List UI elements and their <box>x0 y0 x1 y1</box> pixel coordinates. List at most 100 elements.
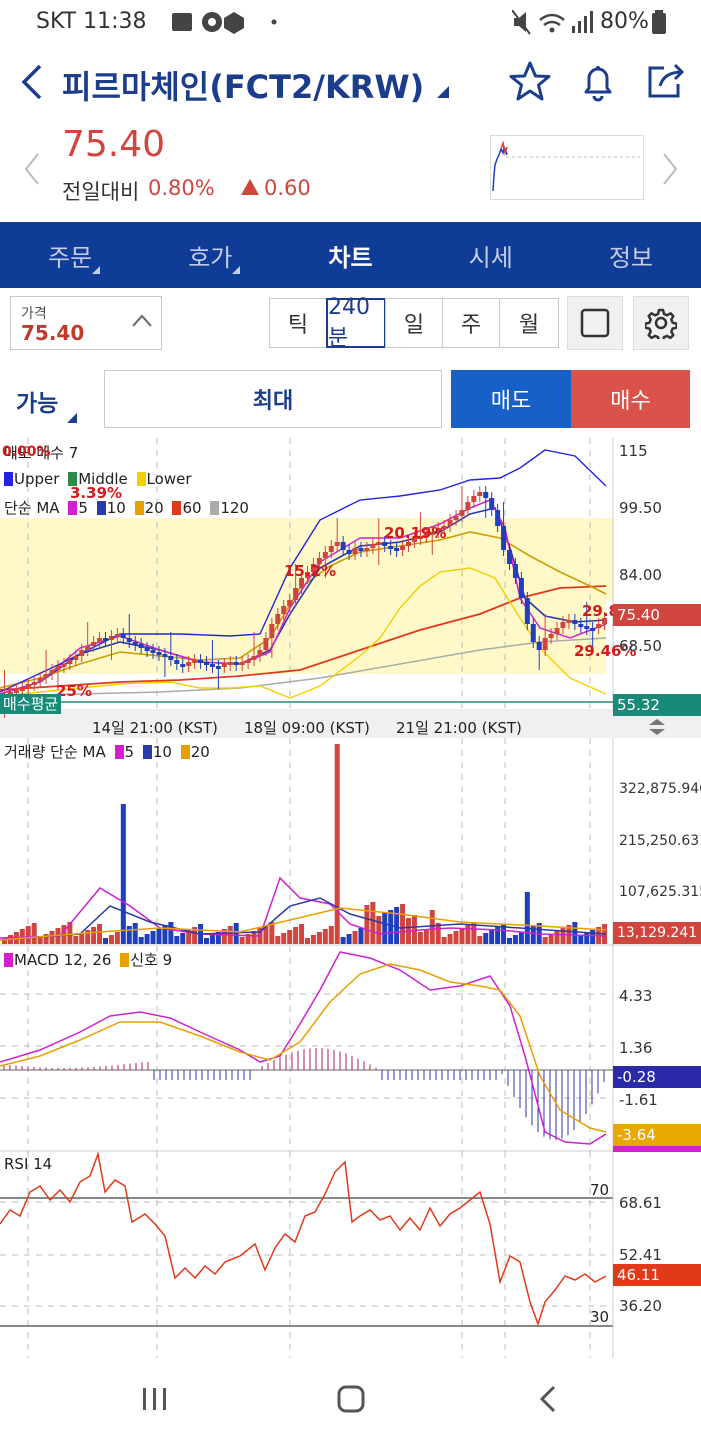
tab-order[interactable]: 주문 <box>0 222 140 288</box>
candle-body <box>180 664 186 667</box>
candle-body <box>590 628 596 631</box>
volume-bar <box>275 936 281 944</box>
candle-body <box>144 648 150 651</box>
max-button[interactable]: 최대 <box>104 370 442 428</box>
tab-orderbook[interactable]: 호가 <box>140 222 280 288</box>
tab-info[interactable]: 정보 <box>561 222 701 288</box>
price-selector-label: 가격 <box>21 306 47 322</box>
volume-bar <box>382 913 388 944</box>
mini-chart[interactable] <box>490 135 644 200</box>
volume-bar <box>25 926 31 944</box>
fullscreen-button[interactable] <box>567 296 623 350</box>
volume-bar <box>554 931 560 944</box>
volume-bar <box>120 804 126 944</box>
price-chart-pane[interactable]: 매도 매수 7 0.00% Upper Middle Lower 단순 MA 5… <box>0 438 701 738</box>
candle-body <box>518 578 524 598</box>
candle-body <box>138 644 144 648</box>
next-market-icon[interactable] <box>660 152 680 186</box>
change-label: 전일대비 <box>62 180 140 204</box>
candle-body <box>209 664 215 667</box>
volume-bar <box>287 930 293 944</box>
candle-body <box>548 634 554 638</box>
current-price-tag: 75.40 <box>613 604 701 626</box>
share-icon[interactable] <box>644 60 688 104</box>
buy-label: 매수 <box>610 389 651 414</box>
rsi-current-tag: 46.11 <box>613 1264 701 1286</box>
candle-body <box>572 620 578 624</box>
candle-body <box>453 516 459 520</box>
pane-resize-icon[interactable] <box>646 718 668 736</box>
period-tick[interactable]: 틱 <box>269 298 327 348</box>
macd-pane[interactable]: MACD 12, 26 신호 9 4.33 1.36 -1.61 -0.28 -… <box>0 946 701 1152</box>
change-amount: 0.60 <box>264 176 311 200</box>
ma-legend: 단순 MA 5 10 20 60 120 <box>4 497 249 518</box>
volume-y-label-2: 215,250.631 <box>619 833 701 849</box>
candle-body <box>489 498 495 510</box>
available-dropdown[interactable]: 가능 <box>16 384 58 418</box>
ma5-swatch <box>68 501 78 515</box>
volume-bar <box>370 902 376 944</box>
y-label-2: 99.50 <box>619 499 662 517</box>
candle-body <box>542 638 548 650</box>
settings-button[interactable] <box>633 296 689 350</box>
prev-market-icon[interactable] <box>22 152 42 186</box>
volume-bar <box>376 916 382 944</box>
candle-body <box>263 638 269 650</box>
y-label-4: 68.50 <box>619 637 662 655</box>
candle-body <box>322 552 328 558</box>
volume-bar <box>429 910 435 944</box>
volume-bar <box>239 937 245 944</box>
home-icon[interactable] <box>336 1384 366 1414</box>
notification-bell-icon[interactable] <box>576 60 620 104</box>
annotation-6: 25% <box>56 682 92 700</box>
candle-body <box>174 660 180 664</box>
status-notification-icons <box>172 12 277 34</box>
candle-body <box>382 542 388 546</box>
candle-body <box>370 544 376 548</box>
vol-ma5-swatch <box>114 745 124 759</box>
candle-body <box>483 492 489 498</box>
candle-body <box>346 550 352 554</box>
battery-percent: 80% <box>600 9 649 34</box>
period-240min[interactable]: 240분 <box>326 295 386 351</box>
favorite-star-icon[interactable] <box>508 60 552 104</box>
rsi-pane[interactable]: RSI 14 70 30 68.61 52.41 36.20 46.11 <box>0 1152 701 1358</box>
tab-chart[interactable]: 차트 <box>280 222 420 288</box>
price-selector[interactable]: 가격 75.40 <box>10 296 162 350</box>
recent-apps-icon[interactable] <box>140 1386 170 1412</box>
candle-body <box>114 634 120 637</box>
market-title[interactable]: 피르마체인(FCT2/KRW) <box>62 62 451 108</box>
candle-body <box>245 660 251 663</box>
lower-swatch <box>136 472 146 486</box>
volume-bars <box>2 744 608 944</box>
tab-quotes[interactable]: 시세 <box>421 222 561 288</box>
back-nav-icon[interactable] <box>536 1384 560 1414</box>
ma120-label: 120 <box>220 499 249 517</box>
volume-bar <box>49 931 55 944</box>
volume-bar <box>518 932 524 944</box>
period-day[interactable]: 일 <box>385 298 443 348</box>
candle-body <box>103 638 108 641</box>
period-week[interactable]: 주 <box>442 298 500 348</box>
back-icon[interactable] <box>18 62 48 102</box>
volume-pane[interactable]: 거래량 단순 MA 5 10 20 322,875.946 215,250.63… <box>0 738 701 946</box>
buy-button[interactable]: 매수 <box>571 370 690 428</box>
square-icon <box>580 308 610 338</box>
volume-bar <box>138 937 144 944</box>
candle-body <box>79 650 85 656</box>
sell-button[interactable]: 매도 <box>451 370 571 428</box>
candle-body <box>269 624 275 638</box>
volume-bar <box>388 910 394 944</box>
main-tabs: 주문 호가 차트 시세 정보 <box>0 222 701 288</box>
period-month[interactable]: 월 <box>499 298 559 348</box>
volume-bar <box>590 930 596 944</box>
ma20-swatch <box>134 501 144 515</box>
market-title-text: 피르마체인(FCT2/KRW) <box>62 68 425 106</box>
annotation-3: 20.19% <box>384 524 447 542</box>
volume-bar <box>400 904 406 944</box>
volume-bar <box>180 933 186 944</box>
max-label: 최대 <box>252 389 294 414</box>
candle-body <box>394 548 400 551</box>
candle-body <box>13 690 19 693</box>
volume-bar <box>489 930 495 944</box>
